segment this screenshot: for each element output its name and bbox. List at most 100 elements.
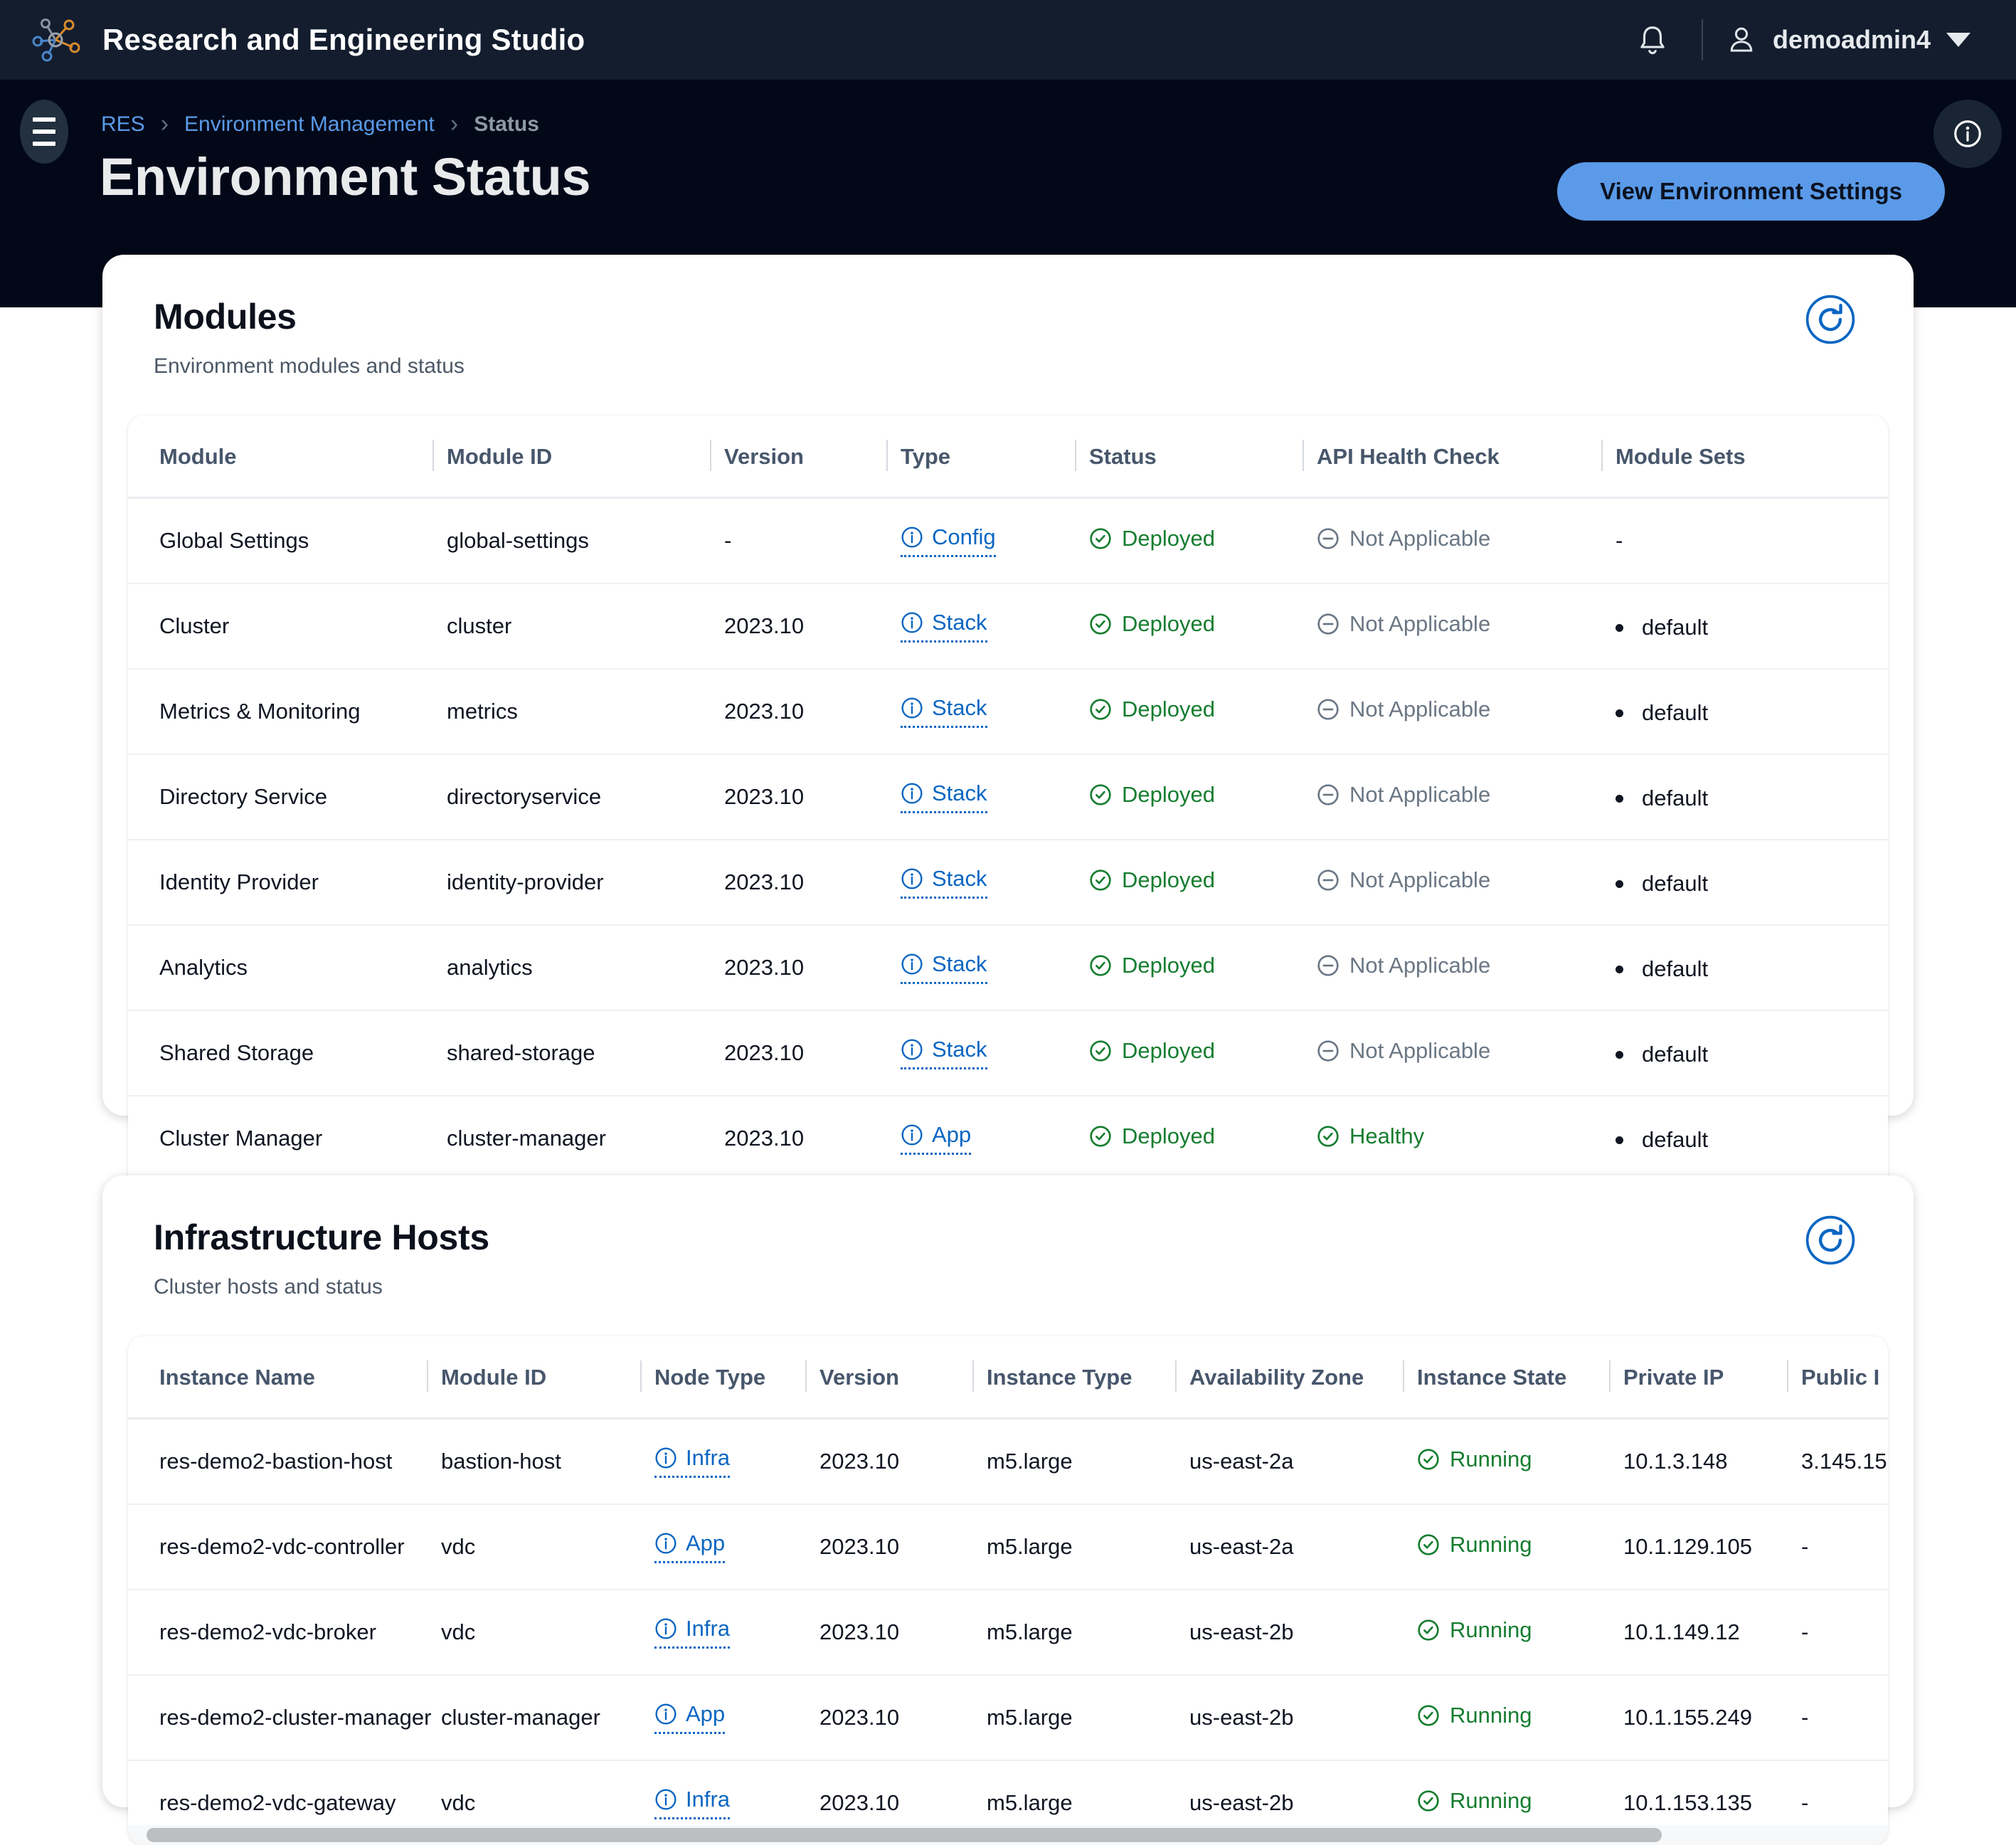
- cell-module-sets: default: [1616, 1096, 1888, 1181]
- breadcrumb-separator: ›: [161, 110, 169, 138]
- cell-module: Cluster Manager: [128, 1096, 447, 1181]
- health-badge: Healthy: [1317, 1124, 1424, 1149]
- breadcrumb-item-res[interactable]: RES: [101, 112, 145, 137]
- cell-version: 2023.10: [819, 1590, 987, 1675]
- cell-api-health-check: Not Applicable: [1317, 754, 1616, 840]
- hosts-title: Infrastructure Hosts: [154, 1217, 1862, 1258]
- brand-title: Research and Engineering Studio: [102, 23, 585, 57]
- modules-title: Modules: [154, 296, 1862, 337]
- column-header-instance-type: Instance Type: [987, 1336, 1189, 1419]
- cell-type: Stack: [901, 754, 1089, 840]
- info-icon: [654, 1532, 677, 1555]
- cell-api-health-check: Not Applicable: [1317, 1010, 1616, 1096]
- cell-status: Deployed: [1089, 583, 1317, 669]
- view-environment-settings-button[interactable]: View Environment Settings: [1557, 162, 1945, 221]
- modules-refresh-button[interactable]: [1803, 292, 1858, 347]
- cell-module-id: cluster-manager: [447, 1096, 724, 1181]
- cell-module-id: identity-provider: [447, 840, 724, 925]
- cell-status: Deployed: [1089, 840, 1317, 925]
- cell-version: 2023.10: [819, 1419, 987, 1505]
- cell-public-ip: -: [1801, 1675, 1888, 1760]
- module-set-item: default: [1616, 1127, 1708, 1153]
- info-icon: [901, 1124, 923, 1146]
- column-header-instance-state: Instance State: [1417, 1336, 1623, 1419]
- notifications-button[interactable]: [1620, 8, 1685, 72]
- hosts-refresh-button[interactable]: [1803, 1212, 1858, 1268]
- breadcrumb-item-status: Status: [474, 112, 539, 137]
- node-type-link[interactable]: Infra: [654, 1787, 730, 1819]
- type-link[interactable]: Stack: [901, 610, 987, 643]
- check-circle-icon: [1089, 1040, 1112, 1062]
- type-link[interactable]: App: [901, 1122, 971, 1155]
- cell-version: 2023.10: [819, 1675, 987, 1760]
- cell-availability-zone: us-east-2a: [1189, 1419, 1417, 1505]
- cell-type: Stack: [901, 583, 1089, 669]
- topbar-divider: [1702, 19, 1703, 60]
- status-badge: Running: [1417, 1617, 1532, 1643]
- hosts-table-header-row: Instance Name Module ID Node Type Versio…: [128, 1336, 1888, 1419]
- type-link[interactable]: Stack: [901, 951, 987, 984]
- hamburger-bar: [33, 142, 55, 146]
- node-type-link[interactable]: App: [654, 1531, 725, 1563]
- help-info-button[interactable]: [1933, 100, 2002, 168]
- status-badge: Running: [1417, 1447, 1532, 1472]
- cell-node-type: App: [654, 1504, 819, 1590]
- horizontal-scrollbar-track[interactable]: [128, 1825, 1888, 1845]
- bullet-icon: [1616, 966, 1623, 973]
- hosts-table: Instance Name Module ID Node Type Versio…: [128, 1336, 1888, 1845]
- node-type-link[interactable]: Infra: [654, 1616, 730, 1649]
- hamburger-menu-button[interactable]: [20, 100, 68, 164]
- type-link[interactable]: Stack: [901, 866, 987, 899]
- type-link[interactable]: Stack: [901, 781, 987, 813]
- node-type-link[interactable]: App: [654, 1701, 725, 1734]
- type-link[interactable]: Config: [901, 524, 996, 557]
- cell-availability-zone: us-east-2b: [1189, 1590, 1417, 1675]
- cell-type: Stack: [901, 1010, 1089, 1096]
- network-nodes-logo-icon: [28, 13, 83, 67]
- cell-module-id: directoryservice: [447, 754, 724, 840]
- table-row: Identity Provideridentity-provider2023.1…: [128, 840, 1888, 925]
- health-badge: Not Applicable: [1317, 526, 1490, 551]
- cell-module-id: global-settings: [447, 498, 724, 584]
- type-link[interactable]: Stack: [901, 1037, 987, 1069]
- health-badge: Not Applicable: [1317, 697, 1490, 722]
- user-icon: [1726, 24, 1757, 55]
- breadcrumb-item-environment-management[interactable]: Environment Management: [184, 112, 435, 137]
- column-header-module-sets: Module Sets: [1616, 416, 1888, 498]
- bell-icon: [1636, 23, 1669, 56]
- column-header-private-ip: Private IP: [1623, 1336, 1801, 1419]
- cell-module: Directory Service: [128, 754, 447, 840]
- column-header-availability-zone: Availability Zone: [1189, 1336, 1417, 1419]
- minus-circle-icon: [1317, 527, 1339, 550]
- check-circle-icon: [1317, 1125, 1339, 1148]
- cell-module-sets: default: [1616, 925, 1888, 1010]
- cell-instance-type: m5.large: [987, 1419, 1189, 1505]
- hosts-subtitle: Cluster hosts and status: [154, 1275, 1862, 1299]
- cell-private-ip: 10.1.129.105: [1623, 1504, 1801, 1590]
- column-header-module-id: Module ID: [447, 416, 724, 498]
- type-link[interactable]: Stack: [901, 695, 987, 728]
- horizontal-scrollbar-thumb[interactable]: [147, 1828, 1662, 1842]
- table-row: res-demo2-cluster-managercluster-manager…: [128, 1675, 1888, 1760]
- table-row: res-demo2-vdc-controllervdcApp2023.10m5.…: [128, 1504, 1888, 1590]
- column-header-module-id: Module ID: [441, 1336, 654, 1419]
- user-menu-button[interactable]: demoadmin4: [1720, 17, 1976, 63]
- cell-version: 2023.10: [724, 583, 901, 669]
- node-type-link[interactable]: Infra: [654, 1445, 730, 1478]
- minus-circle-icon: [1317, 1040, 1339, 1062]
- table-row: Global Settingsglobal-settings-ConfigDep…: [128, 498, 1888, 584]
- cell-node-type: Infra: [654, 1419, 819, 1505]
- cell-version: 2023.10: [724, 1096, 901, 1181]
- cell-module-sets: default: [1616, 583, 1888, 669]
- cell-type: Stack: [901, 669, 1089, 754]
- status-badge: Running: [1417, 1703, 1532, 1728]
- cell-module-id: vdc: [441, 1590, 654, 1675]
- cell-instance-name: res-demo2-bastion-host: [128, 1419, 441, 1505]
- brand[interactable]: Research and Engineering Studio: [0, 13, 585, 67]
- health-badge: Not Applicable: [1317, 611, 1490, 637]
- bullet-icon: [1616, 880, 1623, 888]
- check-circle-icon: [1089, 1125, 1112, 1148]
- info-icon: [654, 1617, 677, 1640]
- status-badge: Deployed: [1089, 1124, 1215, 1149]
- column-header-version: Version: [819, 1336, 987, 1419]
